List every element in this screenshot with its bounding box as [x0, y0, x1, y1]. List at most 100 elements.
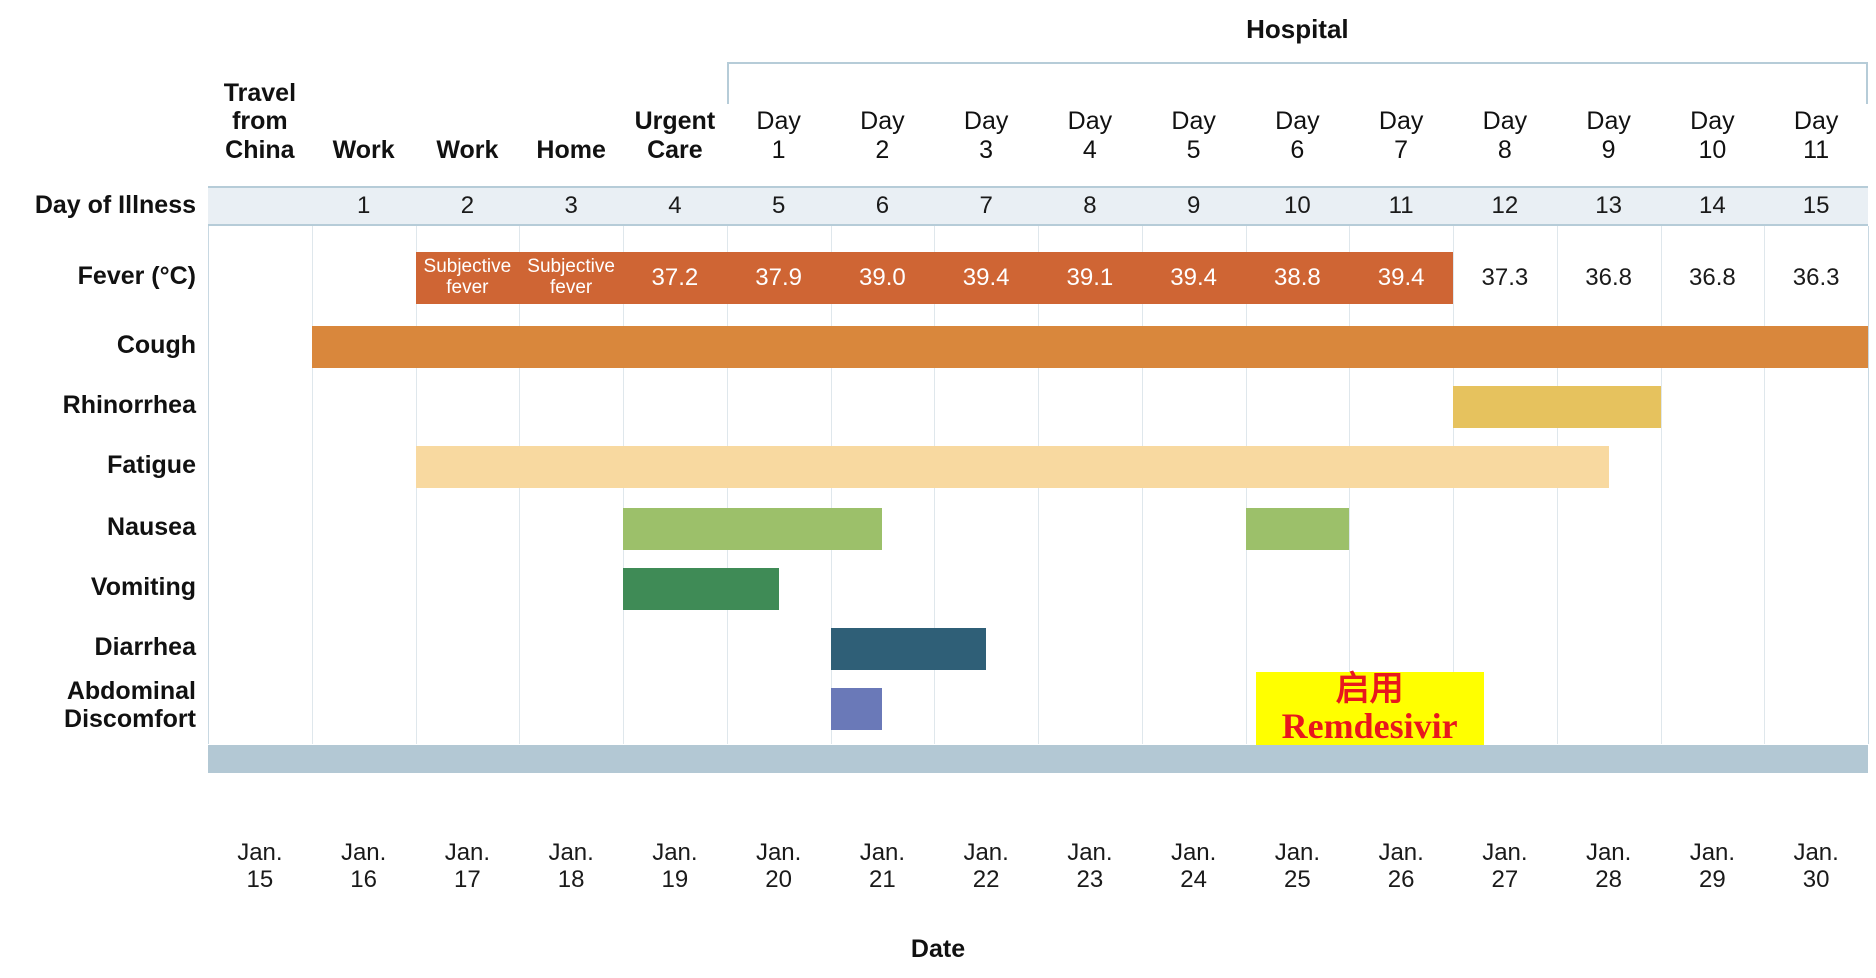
column-header-line: Day	[1067, 107, 1113, 135]
date-month: Jan.	[1378, 839, 1424, 866]
column-header-line: China	[225, 135, 295, 164]
date-month: Jan.	[237, 839, 283, 866]
date-day: 23	[1076, 865, 1104, 893]
row-label-line: Diarrhea	[94, 633, 196, 661]
date-label-6: Jan. 20	[727, 839, 831, 894]
date-month: Jan.	[340, 839, 387, 866]
date-day: 24	[1180, 865, 1207, 893]
day-of-illness-cell-2: 1	[356, 192, 371, 219]
date-month: Jan.	[548, 839, 594, 866]
fever-cell-14: 36.8	[1585, 263, 1632, 291]
column-header-3: Work	[416, 56, 520, 166]
fever-cell-4: Subjective fever	[519, 248, 623, 308]
row-label-line: Fatigue	[107, 451, 196, 479]
date-month: Jan.	[1274, 839, 1321, 866]
date-day: 15	[246, 865, 274, 893]
date-month: Jan.	[963, 839, 1009, 866]
day-of-illness-cell-14: 13	[1595, 192, 1622, 219]
column-header-11: Day 6	[1246, 56, 1350, 166]
fever-cell-11: 38.8	[1274, 263, 1321, 291]
date-label-13: Jan. 27	[1453, 839, 1557, 894]
fever-cell-10: 39.4	[1170, 263, 1217, 291]
day-of-illness-cell-9: 8	[1083, 192, 1097, 219]
column-header-line: Day	[1275, 107, 1320, 135]
day-of-illness-cell-8: 7	[979, 192, 993, 219]
date-day: 22	[972, 865, 1000, 893]
date-day: 20	[765, 865, 792, 893]
day-of-illness-cell-6: 5	[771, 192, 786, 219]
symptom-bar-vomiting	[623, 568, 779, 610]
date-day: 27	[1491, 865, 1519, 893]
column-header-line: Day	[1378, 107, 1424, 135]
fever-cell-text: fever	[549, 277, 593, 298]
day-of-illness-cell-15: 14	[1699, 192, 1726, 219]
date-label-11: Jan. 25	[1246, 839, 1350, 894]
row-label-vomiting: Vomiting	[0, 573, 196, 601]
x-axis-title: Date	[910, 935, 966, 963]
date-label-16: Jan. 30	[1764, 839, 1868, 894]
row-label-line: Discomfort	[64, 705, 196, 733]
column-header-line: Work	[332, 135, 395, 164]
row-label-line: Nausea	[107, 513, 196, 541]
date-label-1: Jan. 15	[208, 839, 312, 894]
column-header-line: Care	[647, 135, 703, 164]
day-of-illness-cell-16: 15	[1802, 192, 1830, 219]
date-day: 18	[557, 865, 585, 893]
column-header-1: Travel from China	[208, 56, 312, 166]
symptom-bar-fatigue	[415, 446, 1609, 488]
fever-cell-text: Subjective	[423, 256, 512, 278]
fever-cell-2	[312, 248, 416, 308]
day-of-illness-cell-12: 11	[1388, 192, 1414, 219]
date-month: Jan.	[1793, 839, 1839, 866]
fever-cell-6: 37.9	[755, 263, 802, 291]
column-header-line: 7	[1394, 135, 1409, 164]
column-header-4: Home	[519, 56, 623, 166]
remdesivir-annotation: 启用 Remdesivir	[1255, 671, 1484, 746]
row-label-rhinorrhea: Rhinorrhea	[0, 391, 196, 419]
date-day: 30	[1802, 865, 1830, 893]
symptom-bar-diarrhea	[830, 628, 987, 670]
row-label-fever-c: Fever (°C)	[0, 262, 196, 290]
column-header-line: Urgent	[634, 107, 716, 135]
date-day: 28	[1595, 865, 1622, 893]
date-month: Jan.	[652, 839, 698, 866]
column-header-line: Day	[1482, 107, 1528, 135]
date-day: 29	[1699, 865, 1726, 893]
column-header-5: Urgent Care	[623, 56, 727, 166]
fever-cell-9: 39.1	[1066, 263, 1114, 291]
day-of-illness-cell-10: 9	[1186, 192, 1201, 219]
fever-cell-1	[208, 248, 312, 308]
symptom-timeline-chart: Hospital Travel from China Work Work Home Urge…	[0, 0, 1876, 978]
symptom-bar-nausea-1	[623, 508, 883, 550]
column-header-7: Day 2	[831, 56, 935, 166]
date-label-10: Jan. 24	[1142, 839, 1246, 894]
fever-cell-3: Subjective fever	[416, 248, 520, 308]
date-month: Jan.	[1585, 839, 1632, 866]
column-header-line: 11	[1803, 135, 1830, 164]
column-header-line: Day	[1586, 107, 1631, 135]
column-header-line: Day	[1171, 107, 1216, 135]
date-label-8: Jan. 22	[934, 839, 1038, 894]
row-label-line: Fever (°C)	[77, 262, 196, 290]
column-header-line: 6	[1290, 135, 1305, 164]
symptom-bar-cough	[311, 326, 1868, 368]
column-header-6: Day 1	[727, 56, 831, 166]
column-header-line: Day	[1793, 107, 1839, 135]
gridline	[1868, 226, 1869, 744]
row-label-cough: Cough	[0, 331, 196, 359]
column-header-line: 9	[1601, 135, 1616, 164]
row-label-line: Cough	[116, 331, 196, 359]
date-day: 17	[454, 865, 481, 893]
row-label-diarrhea: Diarrhea	[0, 633, 196, 661]
date-label-2: Jan. 16	[312, 839, 416, 894]
date-day: 19	[661, 865, 689, 893]
annotation-line-en: Remdesivir	[1255, 707, 1484, 746]
column-header-15: Day 10	[1661, 56, 1765, 166]
column-header-line: Travel	[223, 78, 297, 107]
date-label-3: Jan. 17	[416, 839, 520, 894]
row-label-line: Vomiting	[90, 573, 196, 601]
column-header-line: Day	[963, 107, 1009, 135]
column-header-8: Day 3	[934, 56, 1038, 166]
date-label-4: Jan. 18	[519, 839, 623, 894]
column-header-9: Day 4	[1038, 56, 1142, 166]
